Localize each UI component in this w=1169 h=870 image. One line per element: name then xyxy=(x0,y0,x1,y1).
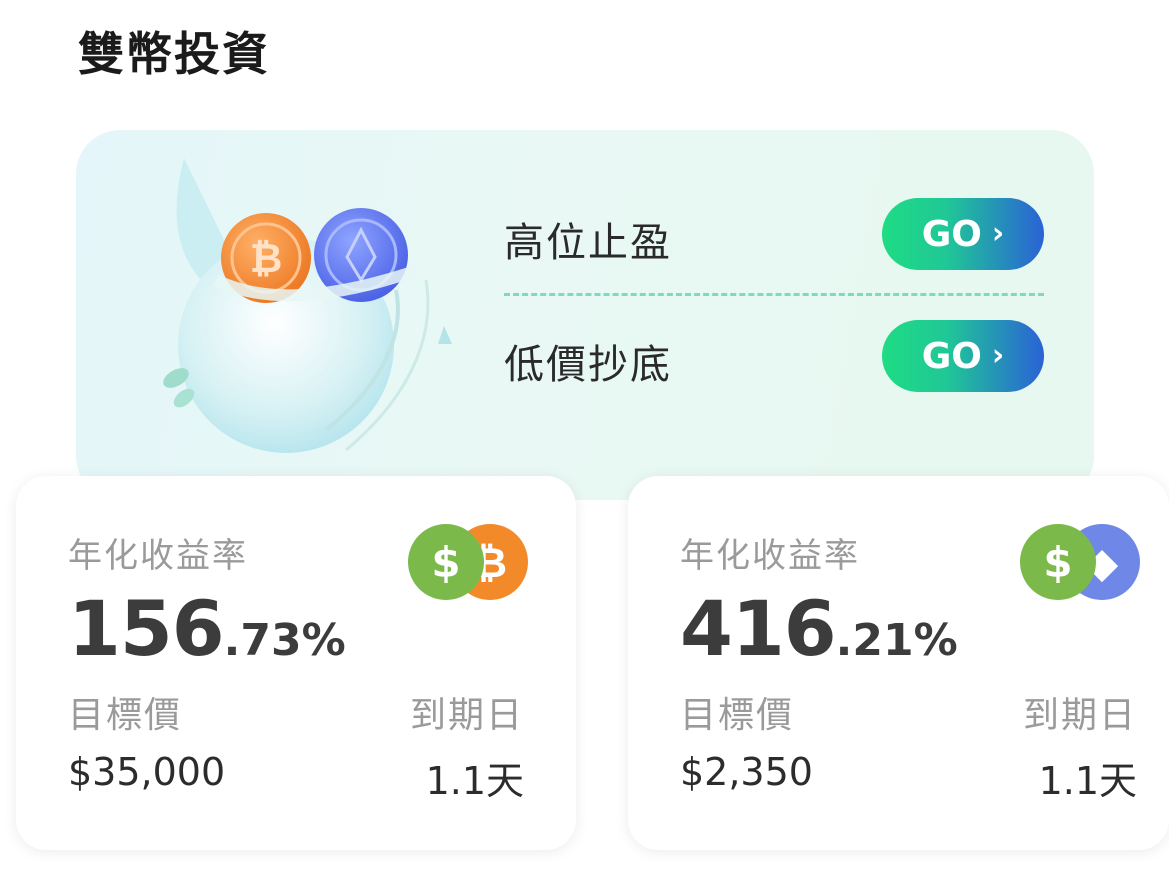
go-label: GO xyxy=(921,213,982,255)
expiry-label: 到期日 xyxy=(409,695,524,736)
apy-value: 416.21% xyxy=(680,584,958,673)
hero-option-buy-low: 低價抄底 GO › xyxy=(504,318,1044,398)
coin-pair: $ ₿ xyxy=(408,524,538,604)
apy-decimal: .21% xyxy=(835,615,958,666)
take-profit-go-button[interactable]: GO › xyxy=(882,198,1044,270)
target-price-value: $2,350 xyxy=(680,750,813,794)
apy-value: 156.73% xyxy=(68,584,346,673)
chevron-right-icon: › xyxy=(991,215,1005,251)
apy-decimal: .73% xyxy=(223,615,346,666)
hero-banner: ₿ 高位止盈 GO › 低價抄底 GO › xyxy=(76,130,1094,500)
take-profit-label: 高位止盈 xyxy=(504,220,672,266)
dashed-divider xyxy=(504,293,1044,296)
expiry-value: 1.1天 xyxy=(425,759,524,803)
dual-currency-page: 雙幣投資 ₿ 高位止盈 GO › 低價抄底 GO › 年化收益率 $ ₿ 156… xyxy=(0,0,1169,870)
buy-low-go-button[interactable]: GO › xyxy=(882,320,1044,392)
product-card-btc[interactable]: 年化收益率 $ ₿ 156.73% 目標價 $35,000 到期日 1.1天 xyxy=(16,476,576,850)
buy-low-label: 低價抄底 xyxy=(504,342,672,388)
go-label: GO xyxy=(921,335,982,377)
usd-coin-icon: $ xyxy=(1020,524,1096,600)
apy-label: 年化收益率 xyxy=(68,536,248,576)
page-title: 雙幣投資 xyxy=(78,27,270,81)
hero-option-take-profit: 高位止盈 GO › xyxy=(504,196,1044,276)
target-price-value: $35,000 xyxy=(68,750,226,794)
expiry-value: 1.1天 xyxy=(1038,759,1137,803)
product-card-eth[interactable]: 年化收益率 $ ◆ 416.21% 目標價 $2,350 到期日 1.1天 xyxy=(628,476,1169,850)
expiry-label: 到期日 xyxy=(1022,695,1137,736)
target-price-label: 目標價 xyxy=(680,695,795,736)
coin-pair: $ ◆ xyxy=(1020,524,1150,604)
chevron-right-icon: › xyxy=(991,337,1005,373)
apy-integer: 156 xyxy=(68,584,225,673)
apy-label: 年化收益率 xyxy=(680,536,860,576)
svg-text:₿: ₿ xyxy=(250,236,283,282)
crypto-illustration: ₿ xyxy=(163,158,452,453)
target-price-label: 目標價 xyxy=(68,695,183,736)
apy-integer: 416 xyxy=(680,584,837,673)
usd-coin-icon: $ xyxy=(408,524,484,600)
